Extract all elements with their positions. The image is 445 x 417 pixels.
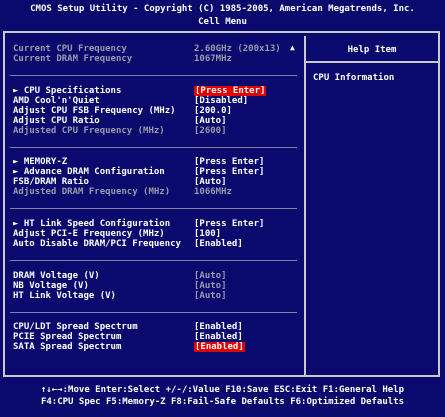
label-fsb-dram-ratio: FSB/DRAM Ratio [13, 177, 89, 187]
label-nb-voltage: NB Voltage (V) [13, 281, 89, 291]
section-separator [10, 75, 297, 76]
label-cpu-ldt-spread: CPU/LDT Spread Spectrum [13, 322, 138, 332]
value-pcie-spread[interactable]: [Enabled] [194, 332, 243, 342]
section-separator [10, 312, 297, 313]
row-adjusted-dram-frequency: Adjusted DRAM Frequency (MHz) 1066MHz [13, 187, 298, 197]
label-cpu-ratio: Adjust CPU Ratio [13, 116, 100, 126]
value-adjusted-cpu-frequency: [2600] [194, 126, 227, 136]
value-ht-link-speed[interactable]: [Press Enter] [194, 219, 264, 229]
label-cpu-specifications: ► CPU Specifications [13, 86, 122, 96]
value-pcie-frequency[interactable]: [100] [194, 229, 221, 239]
row-cpu-specifications[interactable]: ► CPU Specifications [Press Enter] [13, 86, 298, 96]
value-adjusted-dram-frequency: 1066MHz [194, 187, 232, 197]
label-pcie-spread: PCIE Spread Spectrum [13, 332, 122, 342]
value-cpu-specifications[interactable]: [Press Enter] [194, 86, 267, 96]
section-separator [10, 147, 297, 148]
value-current-cpu-frequency: 2.60GHz (200x13) [194, 44, 281, 54]
section-separator [10, 260, 297, 261]
label-memory-z: ► MEMORY-Z [13, 157, 68, 167]
value-memory-z[interactable]: [Press Enter] [194, 157, 264, 167]
value-cpu-ratio[interactable]: [Auto] [194, 116, 227, 126]
label-ht-link-voltage: HT Link Voltage (V) [13, 291, 116, 301]
section-separator [10, 208, 297, 209]
value-amd-cool-n-quiet[interactable]: [Disabled] [194, 96, 248, 106]
row-advance-dram-configuration[interactable]: ► Advance DRAM Configuration [Press Ente… [13, 167, 298, 177]
row-current-cpu-frequency: Current CPU Frequency 2.60GHz (200x13) [13, 44, 298, 54]
row-nb-voltage[interactable]: NB Voltage (V) [Auto] [13, 281, 298, 291]
value-sata-spread[interactable]: [Enabled] [194, 342, 245, 352]
help-panel-text: CPU Information [313, 73, 395, 83]
footer-line-2: F4:CPU Spec F5:Memory-Z F8:Fail-Safe Def… [40, 397, 405, 407]
panel-divider [304, 36, 306, 375]
label-amd-cool-n-quiet: AMD Cool'n'Quiet [13, 96, 100, 106]
row-fsb-dram-ratio[interactable]: FSB/DRAM Ratio [Auto] [13, 177, 298, 187]
row-ht-link-voltage[interactable]: HT Link Voltage (V) [Auto] [13, 291, 298, 301]
key-help-footer: ↑↓←→:Move Enter:Select +/-/:Value F10:Sa… [0, 379, 445, 417]
row-fsb-frequency[interactable]: Adjust CPU FSB Frequency (MHz) [200.0] [13, 106, 298, 116]
footer-line-1: ↑↓←→:Move Enter:Select +/-/:Value F10:Sa… [40, 385, 405, 395]
label-ht-link-speed: ► HT Link Speed Configuration [13, 219, 171, 229]
label-pcie-frequency: Adjust PCI-E Frequency (MHz) [13, 229, 165, 239]
row-cpu-ratio[interactable]: Adjust CPU Ratio [Auto] [13, 116, 298, 126]
row-current-dram-frequency: Current DRAM Frequency 1067MHz [13, 54, 298, 64]
label-current-dram-frequency: Current DRAM Frequency [13, 54, 133, 64]
title-bar: CMOS Setup Utility - Copyright (C) 1985-… [0, 0, 445, 30]
value-fsb-frequency[interactable]: [200.0] [194, 106, 232, 116]
row-cpu-ldt-spread[interactable]: CPU/LDT Spread Spectrum [Enabled] [13, 322, 298, 332]
help-panel-title: Help Item [347, 45, 397, 55]
setup-frame: ▲ Help Item CPU Information Current CPU … [3, 31, 440, 377]
row-auto-disable-dram-pci[interactable]: Auto Disable DRAM/PCI Frequency [Enabled… [13, 239, 298, 249]
row-adjusted-cpu-frequency: Adjusted CPU Frequency (MHz) [2600] [13, 126, 298, 136]
row-ht-link-speed[interactable]: ► HT Link Speed Configuration [Press Ent… [13, 219, 298, 229]
help-separator [306, 61, 438, 63]
row-pcie-spread[interactable]: PCIE Spread Spectrum [Enabled] [13, 332, 298, 342]
value-fsb-dram-ratio[interactable]: [Auto] [194, 177, 227, 187]
row-dram-voltage[interactable]: DRAM Voltage (V) [Auto] [13, 271, 298, 281]
label-dram-voltage: DRAM Voltage (V) [13, 271, 100, 281]
value-ht-link-voltage[interactable]: [Auto] [194, 291, 227, 301]
label-adjusted-cpu-frequency: Adjusted CPU Frequency (MHz) [13, 126, 165, 136]
value-current-dram-frequency: 1067MHz [194, 54, 232, 64]
label-adjusted-dram-frequency: Adjusted DRAM Frequency (MHz) [13, 187, 171, 197]
title-copyright: CMOS Setup Utility - Copyright (C) 1985-… [30, 4, 415, 14]
value-dram-voltage[interactable]: [Auto] [194, 271, 227, 281]
title-menu-name: Cell Menu [198, 17, 247, 27]
label-current-cpu-frequency: Current CPU Frequency [13, 44, 127, 54]
label-auto-disable-dram-pci: Auto Disable DRAM/PCI Frequency [13, 239, 181, 249]
row-memory-z[interactable]: ► MEMORY-Z [Press Enter] [13, 157, 298, 167]
label-fsb-frequency: Adjust CPU FSB Frequency (MHz) [13, 106, 176, 116]
label-sata-spread: SATA Spread Spectrum [13, 342, 122, 352]
row-amd-cool-n-quiet[interactable]: AMD Cool'n'Quiet [Disabled] [13, 96, 298, 106]
row-pcie-frequency[interactable]: Adjust PCI-E Frequency (MHz) [100] [13, 229, 298, 239]
label-advance-dram-configuration: ► Advance DRAM Configuration [13, 167, 165, 177]
value-cpu-ldt-spread[interactable]: [Enabled] [194, 322, 243, 332]
row-sata-spread[interactable]: SATA Spread Spectrum [Enabled] [13, 342, 298, 352]
value-advance-dram-configuration[interactable]: [Press Enter] [194, 167, 264, 177]
value-nb-voltage[interactable]: [Auto] [194, 281, 227, 291]
value-auto-disable-dram-pci[interactable]: [Enabled] [194, 239, 243, 249]
